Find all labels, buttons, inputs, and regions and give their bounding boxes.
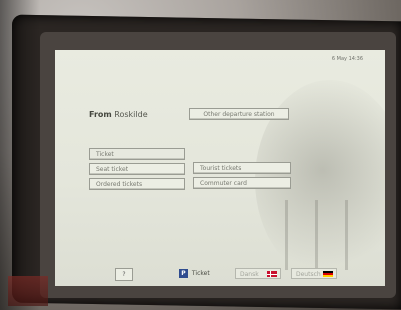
ticket-tab-label: Ticket <box>191 270 210 277</box>
language-deutsch-label: Deutsch <box>296 271 321 278</box>
ticket-machine-screen: 6 May 14:36 From Roskilde Other departur… <box>55 50 385 286</box>
language-dansk-button[interactable]: Dansk <box>235 268 281 279</box>
help-button[interactable]: ? <box>115 268 133 281</box>
parking-ticket-icon: P <box>179 269 188 278</box>
bottom-bar: ? P Ticket Dansk Deutsch <box>55 264 385 286</box>
datetime-display: 6 May 14:36 <box>331 56 363 62</box>
language-dansk-label: Dansk <box>240 271 259 278</box>
commuter-card-button[interactable]: Commuter card <box>193 177 291 189</box>
housing-accent <box>8 276 48 306</box>
origin-station: Roskilde <box>114 110 148 119</box>
other-departure-station-button[interactable]: Other departure station <box>189 108 289 120</box>
ordered-tickets-button[interactable]: Ordered tickets <box>89 178 185 190</box>
reflection-stripe <box>315 200 318 270</box>
ticket-tab-button[interactable]: P Ticket <box>179 268 210 279</box>
side-shadow <box>0 0 40 310</box>
reflection-stripe <box>285 200 288 270</box>
ticket-header-button[interactable]: Ticket <box>89 148 185 160</box>
language-deutsch-button[interactable]: Deutsch <box>291 268 337 279</box>
reflection-stripe <box>345 200 348 270</box>
from-label: From <box>89 110 112 119</box>
tourist-tickets-button[interactable]: Tourist tickets <box>193 162 291 174</box>
german-flag-icon <box>323 271 333 277</box>
origin-label: From Roskilde <box>89 110 148 119</box>
danish-flag-icon <box>267 271 277 277</box>
seat-ticket-button[interactable]: Seat ticket <box>89 163 185 175</box>
